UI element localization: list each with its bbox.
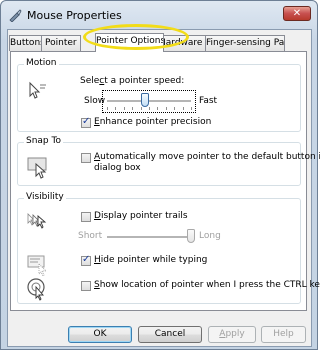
show-location-icon (27, 278, 45, 301)
pointer-speed-icon (29, 81, 46, 99)
enhance-precision-checkbox[interactable] (81, 116, 91, 128)
motion-group-label: Motion (24, 58, 59, 68)
apply-button[interactable]: Apply (208, 326, 256, 343)
enhance-precision-label: Enhance pointer precision (94, 117, 212, 127)
snap-to-label-line1: Automatically move pointer to the defaul… (94, 152, 320, 162)
speed-tick (115, 107, 117, 110)
speed-tick (140, 107, 142, 110)
show-location-checkbox[interactable] (81, 281, 91, 291)
speed-tick (157, 107, 159, 110)
mouse-properties-window: Mouse Properties ✕ Buttons Pointer Point… (0, 0, 320, 350)
trails-long-label: Long (199, 231, 221, 241)
snap-to-label-line2: dialog box (94, 163, 141, 173)
pointer-trails-label: Display pointer trails (94, 211, 188, 221)
speed-fast-label: Fast (199, 96, 218, 106)
highlight-annotation (83, 24, 189, 50)
hide-pointer-icon (27, 255, 47, 277)
speed-tick (165, 107, 167, 110)
speed-tick (149, 107, 150, 110)
trails-short-label: Short (78, 231, 103, 241)
speed-tick (182, 107, 184, 110)
speed-tick (107, 107, 108, 110)
speed-tick (123, 107, 125, 110)
tab-finger-sensing-pad[interactable]: Finger-sensing Pad (205, 35, 285, 51)
close-button[interactable]: ✕ (283, 6, 311, 21)
speed-tick (174, 107, 176, 110)
hide-pointer-label: Hide pointer while typing (94, 255, 208, 265)
pointer-options-panel: Motion Select a pointer speed: Slow Fast… (10, 51, 320, 311)
speed-tick (132, 107, 134, 110)
hide-pointer-checkbox[interactable] (81, 254, 91, 266)
pointer-trails-thumb[interactable] (187, 229, 195, 243)
visibility-group: Visibility Display pointer trails Short … (17, 192, 320, 304)
visibility-group-label: Visibility (24, 192, 66, 202)
snap-to-icon (27, 157, 47, 179)
close-icon: ✕ (292, 8, 302, 19)
pointer-speed-slider[interactable] (107, 100, 191, 103)
snap-to-group: Snap To Automatically move pointer to th… (17, 136, 320, 186)
window-title: Mouse Properties (27, 9, 122, 22)
tab-pointers[interactable]: Pointer (41, 35, 81, 51)
cancel-button[interactable]: Cancel (138, 326, 202, 343)
tab-buttons[interactable]: Buttons (9, 35, 42, 51)
snap-to-checkbox[interactable] (81, 153, 91, 163)
motion-group: Motion Select a pointer speed: Slow Fast… (17, 58, 301, 132)
pointer-trails-slider[interactable] (107, 236, 191, 239)
pointer-trails-icon (27, 213, 47, 229)
speed-tick (191, 107, 192, 110)
mouse-icon (9, 9, 22, 22)
snap-to-group-label: Snap To (24, 136, 63, 146)
show-location-label: Show location of pointer when I press th… (94, 280, 320, 290)
pointer-speed-label: Select a pointer speed: (80, 76, 185, 86)
help-button[interactable]: Help (261, 326, 306, 343)
dialog-client-area: Buttons Pointer Pointer Options Hardware… (7, 29, 320, 347)
pointer-speed-thumb[interactable] (140, 93, 149, 107)
ok-button[interactable]: OK (68, 326, 132, 343)
pointer-trails-checkbox[interactable] (81, 212, 91, 222)
